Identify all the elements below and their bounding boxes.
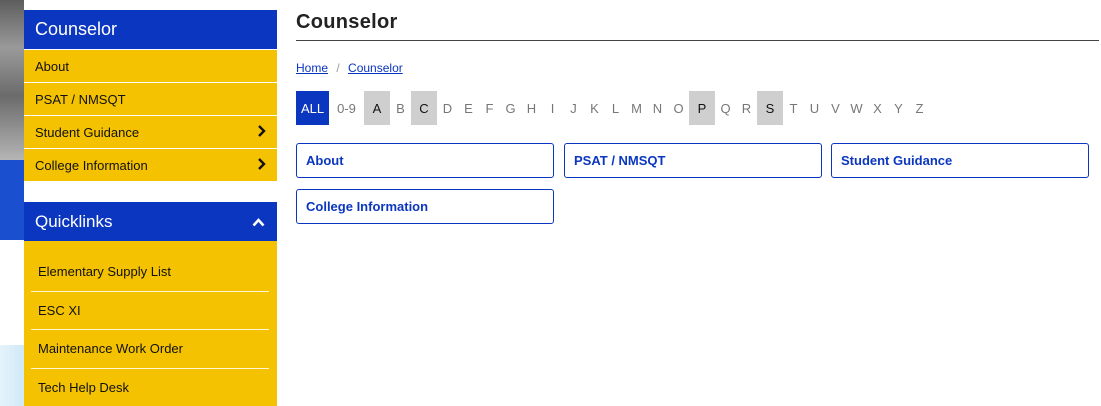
page-card-student-guidance[interactable]: Student Guidance xyxy=(831,143,1089,178)
sidebar-item-label: Student Guidance xyxy=(35,124,140,140)
alphabet-filter: ALL 0-9 ABCDEFGHIJKLMNOPQRSTUVWXYZ xyxy=(296,91,930,125)
letter-filter-g: G xyxy=(505,100,516,116)
letter-filter-l: L xyxy=(611,100,620,116)
letter-filter-j: J xyxy=(570,100,577,116)
sidebar-item-college-information[interactable]: College Information xyxy=(24,148,277,181)
background-gap-2 xyxy=(0,290,24,345)
letter-filter-d: D xyxy=(442,100,453,116)
chevron-right-icon[interactable] xyxy=(257,124,266,140)
quicklink-item[interactable]: Maintenance Work Order xyxy=(31,330,269,369)
background-light-band xyxy=(0,345,24,406)
letter-filter-t: T xyxy=(789,100,798,116)
background-blue-band xyxy=(0,160,24,240)
letter-filter-y: Y xyxy=(894,100,903,116)
letter-filter-all[interactable]: ALL xyxy=(296,91,329,125)
page-title: Counselor xyxy=(296,11,398,33)
letter-filter-v: V xyxy=(831,100,840,116)
letter-filter-z: Z xyxy=(915,100,924,116)
title-divider xyxy=(296,40,1099,41)
sidebar-item-label: About xyxy=(35,58,69,74)
sidebar-item-label: PSAT / NMSQT xyxy=(35,91,126,107)
sidebar-item-label: College Information xyxy=(35,157,148,173)
letter-filter-e: E xyxy=(464,100,473,116)
quicklinks-panel: Quicklinks Elementary Supply List ESC XI… xyxy=(24,202,277,406)
breadcrumb: Home / Counselor xyxy=(296,61,403,75)
page-card-college-information[interactable]: College Information xyxy=(296,189,554,224)
quicklink-item[interactable]: Elementary Supply List xyxy=(31,253,269,292)
letter-filter-c[interactable]: C xyxy=(411,91,437,125)
quicklinks-list: Elementary Supply List ESC XI Maintenanc… xyxy=(24,253,277,406)
letter-filter-f: F xyxy=(485,100,494,116)
letter-filter-x: X xyxy=(873,100,882,116)
letter-filter-u: U xyxy=(809,100,820,116)
sidebar-item-psat[interactable]: PSAT / NMSQT xyxy=(24,82,277,115)
letter-filter-o: O xyxy=(673,100,684,116)
letter-filter-m: M xyxy=(631,100,642,116)
background-photo xyxy=(0,0,24,160)
quicklinks-title: Quicklinks xyxy=(35,211,113,231)
letter-filter-s[interactable]: S xyxy=(757,91,783,125)
letter-filter-q: Q xyxy=(720,100,731,116)
letter-filter-p[interactable]: P xyxy=(689,91,715,125)
quicklink-item[interactable]: ESC XI xyxy=(31,292,269,330)
section-sidebar: Counselor About PSAT / NMSQT Student Gui… xyxy=(24,10,277,181)
chevron-up-icon[interactable] xyxy=(252,212,265,232)
letter-filter-0-9[interactable]: 0-9 xyxy=(329,91,364,125)
letter-filter-r: R xyxy=(741,100,752,116)
page-card-about[interactable]: About xyxy=(296,143,554,178)
letter-filter-h: H xyxy=(526,100,537,116)
letter-filter-n: N xyxy=(652,100,663,116)
sidebar-title[interactable]: Counselor xyxy=(24,10,277,49)
breadcrumb-home-link[interactable]: Home xyxy=(296,61,328,75)
breadcrumb-current-link[interactable]: Counselor xyxy=(348,61,403,75)
breadcrumb-separator: / xyxy=(336,61,340,75)
quicklink-item[interactable]: Tech Help Desk xyxy=(31,369,269,406)
letter-filter-k: K xyxy=(590,100,599,116)
letter-filter-b: B xyxy=(396,100,405,116)
letter-filter-w: W xyxy=(850,100,863,116)
sidebar-item-about[interactable]: About xyxy=(24,49,277,82)
letter-filter-i: I xyxy=(550,100,555,116)
background-gap xyxy=(0,240,24,290)
background-photo-strip xyxy=(0,0,24,406)
quicklinks-header[interactable]: Quicklinks xyxy=(24,202,277,241)
page-card-psat[interactable]: PSAT / NMSQT xyxy=(564,143,822,178)
letter-filter-a[interactable]: A xyxy=(364,91,390,125)
chevron-right-icon[interactable] xyxy=(257,157,266,173)
sidebar-item-student-guidance[interactable]: Student Guidance xyxy=(24,115,277,148)
